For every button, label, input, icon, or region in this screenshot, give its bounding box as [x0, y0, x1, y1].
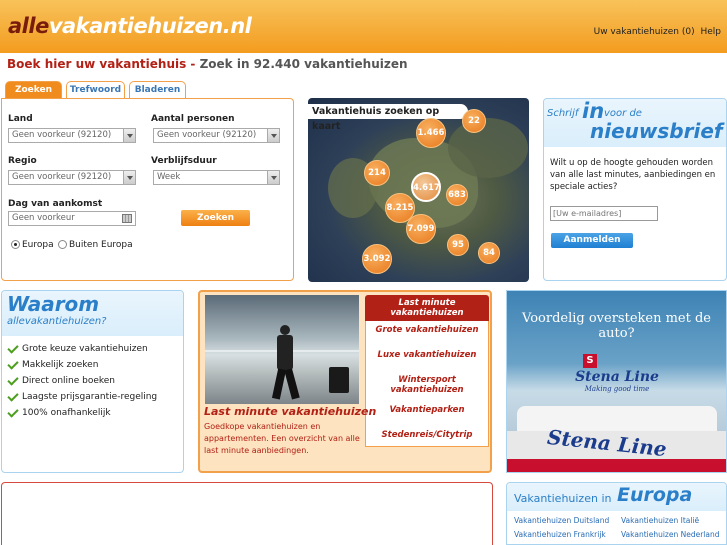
- lastminute-menu-item[interactable]: Luxe vakantiehuizen: [365, 350, 489, 360]
- map-bubble[interactable]: 4.617: [411, 172, 441, 202]
- ferry-red-stripe: [507, 459, 726, 472]
- nav-help-link[interactable]: Help: [700, 27, 721, 37]
- search-panel: Land Geen voorkeur (92120) Aantal person…: [1, 98, 294, 281]
- land-mass: [448, 118, 528, 178]
- verblijfsduur-label: Verblijfsduur: [151, 156, 217, 166]
- calendar-icon[interactable]: [122, 214, 132, 223]
- chevron-down-icon: [123, 171, 135, 184]
- chevron-down-icon: [123, 129, 135, 142]
- map-bubble[interactable]: 95: [447, 234, 469, 256]
- aankomst-value: Geen voorkeur: [12, 213, 75, 223]
- verblijfsduur-value: Week: [157, 172, 181, 182]
- lastminute-heading[interactable]: Last minute vakantiehuizen: [204, 405, 376, 418]
- map-bubble[interactable]: 22: [462, 109, 486, 133]
- suitcase: [329, 367, 349, 393]
- radio-buiten-label: Buiten Europa: [69, 240, 133, 250]
- land-select[interactable]: Geen voorkeur (92120): [8, 128, 136, 143]
- tab-bladeren[interactable]: Bladeren: [129, 81, 186, 98]
- lastminute-menu: Last minute vakantiehuizen Grote vakanti…: [365, 295, 489, 447]
- why-subtitle: allevakantiehuizen?: [7, 316, 107, 327]
- personen-value: Geen voorkeur (92120): [157, 130, 257, 140]
- europe-title-big: Europa: [617, 484, 693, 506]
- newsletter-panel: Schrijf in voor de nieuwsbrief Wilt u op…: [543, 98, 727, 281]
- why-title: Waarom: [7, 292, 100, 316]
- personen-label: Aantal personen: [151, 114, 235, 124]
- map-bubble[interactable]: 683: [446, 184, 468, 206]
- lastminute-menu-item[interactable]: Wintersport vakantiehuizen: [365, 375, 489, 395]
- chevron-down-icon: [267, 171, 279, 184]
- tab-zoeken[interactable]: Zoeken: [5, 81, 62, 98]
- map-panel[interactable]: Vakantiehuis zoeken op kaart 1.466 22 21…: [308, 98, 529, 282]
- land-label: Land: [8, 114, 33, 124]
- search-submit-button[interactable]: Zoeken: [181, 210, 250, 226]
- europe-panel: Vakantiehuizen in Europa Vakantiehuizen …: [506, 482, 727, 545]
- check-icon: [7, 342, 19, 354]
- regio-select[interactable]: Geen voorkeur (92120): [8, 170, 136, 185]
- lastminute-menu-item[interactable]: Grote vakantiehuizen: [365, 325, 489, 335]
- newsletter-header: Schrijf in voor de nieuwsbrief: [544, 99, 726, 147]
- map-bubble[interactable]: 84: [478, 242, 500, 264]
- newsletter-title-word: nieuwsbrief: [590, 119, 723, 143]
- lastminute-text: Goedkope vakantiehuizen en appartementen…: [204, 422, 360, 455]
- chevron-down-icon: [267, 129, 279, 142]
- regio-label: Regio: [8, 156, 37, 166]
- lastminute-menu-item[interactable]: Stedenreis/Citytrip: [365, 430, 489, 440]
- radio-buiten-europa[interactable]: [58, 240, 67, 249]
- map-bubble[interactable]: 7.099: [406, 214, 436, 244]
- radio-europa-label: Europa: [22, 240, 54, 250]
- nav-favorites-link[interactable]: Uw vakantiehuizen (0): [594, 27, 695, 37]
- land-value: Geen voorkeur (92120): [12, 130, 112, 140]
- regio-value: Geen voorkeur (92120): [12, 172, 112, 182]
- check-icon: [7, 390, 19, 402]
- radio-europa[interactable]: [11, 240, 20, 249]
- why-item: Laagste prijsgarantie-regeling: [22, 392, 158, 402]
- ad-brand: Stena Line: [575, 369, 659, 385]
- personen-select[interactable]: Geen voorkeur (92120): [153, 128, 280, 143]
- newsletter-title-small2: voor de: [604, 108, 642, 119]
- europe-link[interactable]: Vakantiehuizen Duitsland: [514, 516, 609, 525]
- why-item: Makkelijk zoeken: [22, 360, 99, 370]
- traveler-photo: [205, 295, 359, 404]
- europe-link[interactable]: Vakantiehuizen Italië: [621, 516, 699, 525]
- verblijfsduur-select[interactable]: Week: [153, 170, 280, 185]
- aankomst-label: Dag van aankomst: [8, 199, 103, 209]
- why-item: Grote keuze vakantiehuizen: [22, 344, 148, 354]
- europe-link[interactable]: Vakantiehuizen Nederland: [621, 530, 720, 539]
- stenaline-ad[interactable]: Voordelig oversteken met de auto? S Sten…: [506, 290, 727, 473]
- tab-trefwoord[interactable]: Trefwoord: [66, 81, 125, 98]
- why-item: 100% onafhankelijk: [22, 408, 111, 418]
- lastminute-menu-item[interactable]: Vakantieparken: [365, 405, 489, 415]
- top-nav: Uw vakantiehuizen (0) Help: [591, 27, 721, 37]
- why-item: Direct online boeken: [22, 376, 116, 386]
- map-bubble[interactable]: 214: [364, 160, 390, 186]
- site-logo[interactable]: allevakantiehuizen.nl: [8, 14, 252, 38]
- why-panel: Waarom allevakantiehuizen? Grote keuze v…: [1, 290, 184, 473]
- aankomst-date-field[interactable]: Geen voorkeur: [8, 211, 136, 226]
- newsletter-text: Wilt u op de hoogte gehouden worden van …: [550, 158, 716, 192]
- traveler-body: [277, 335, 293, 370]
- page-title: Boek hier uw vakantiehuis - Zoek in 92.4…: [7, 57, 408, 71]
- ad-tagline: Making good time: [584, 385, 650, 393]
- newsletter-title-small: Schrijf: [547, 108, 579, 119]
- stenaline-logo-icon: S: [583, 354, 597, 368]
- email-field[interactable]: [550, 206, 658, 221]
- map-bubble[interactable]: 1.466: [416, 118, 446, 148]
- newsletter-submit-button[interactable]: Aanmelden: [551, 233, 633, 248]
- lastminute-panel: Last minute vakantiehuizen Grote vakanti…: [198, 290, 492, 473]
- europe-link[interactable]: Vakantiehuizen Frankrijk: [514, 530, 606, 539]
- why-header: Waarom allevakantiehuizen?: [2, 291, 183, 336]
- check-icon: [7, 358, 19, 370]
- header-bar: allevakantiehuizen.nl Uw vakantiehuizen …: [0, 0, 727, 53]
- ad-headline: Voordelig oversteken met de auto?: [522, 311, 711, 341]
- lastminute-menu-item[interactable]: Last minute vakantiehuizen: [365, 295, 489, 321]
- check-icon: [7, 374, 19, 386]
- check-icon: [7, 406, 19, 418]
- traveler-head: [280, 325, 290, 335]
- europe-title-small: Vakantiehuizen in: [514, 492, 612, 505]
- content-panel: [1, 482, 493, 545]
- map-bubble[interactable]: 3.092: [362, 244, 392, 274]
- map-title: Vakantiehuis zoeken op kaart: [308, 104, 468, 132]
